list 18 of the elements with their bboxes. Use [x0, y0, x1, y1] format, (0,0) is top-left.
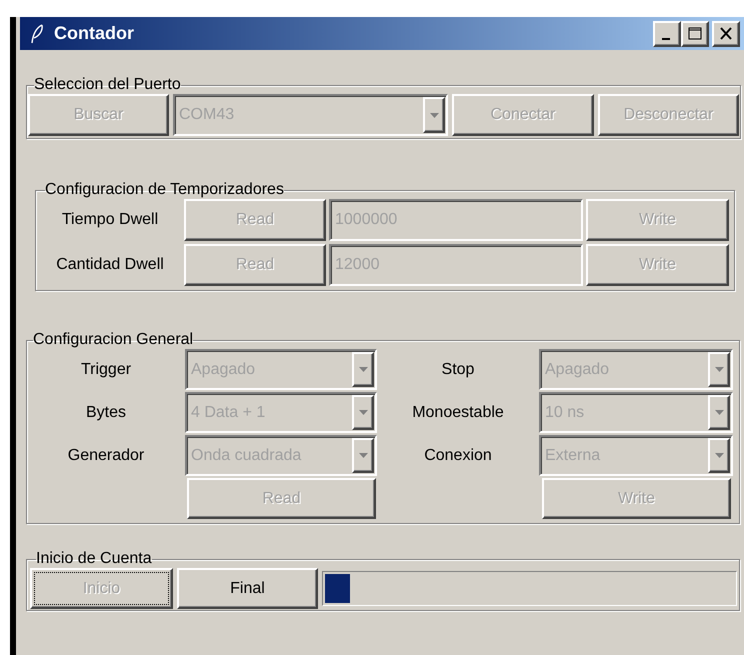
field-label: Bytes — [84, 402, 127, 422]
field-label: Conexion — [423, 446, 493, 466]
maximize-icon[interactable] — [681, 20, 709, 46]
field-label: Stop — [440, 360, 476, 380]
final-button[interactable]: Final — [177, 568, 318, 609]
minimize-icon[interactable] — [653, 20, 681, 46]
close-icon[interactable] — [712, 20, 740, 46]
field-label: Generador — [66, 446, 146, 466]
field-label: Tiempo Dwell — [60, 210, 160, 230]
field-label: Trigger — [80, 360, 132, 380]
window-title: Contador — [54, 22, 135, 45]
group-title: Configuracion General — [33, 331, 194, 349]
field-label: Cantidad Dwell — [55, 255, 165, 275]
feather-icon — [30, 24, 44, 44]
group-title: Inicio de Cuenta — [36, 550, 152, 568]
group-title: Seleccion del Puerto — [34, 76, 181, 94]
field-label: Monoestable — [411, 402, 505, 422]
group-title: Configuracion de Temporizadores — [45, 181, 284, 199]
